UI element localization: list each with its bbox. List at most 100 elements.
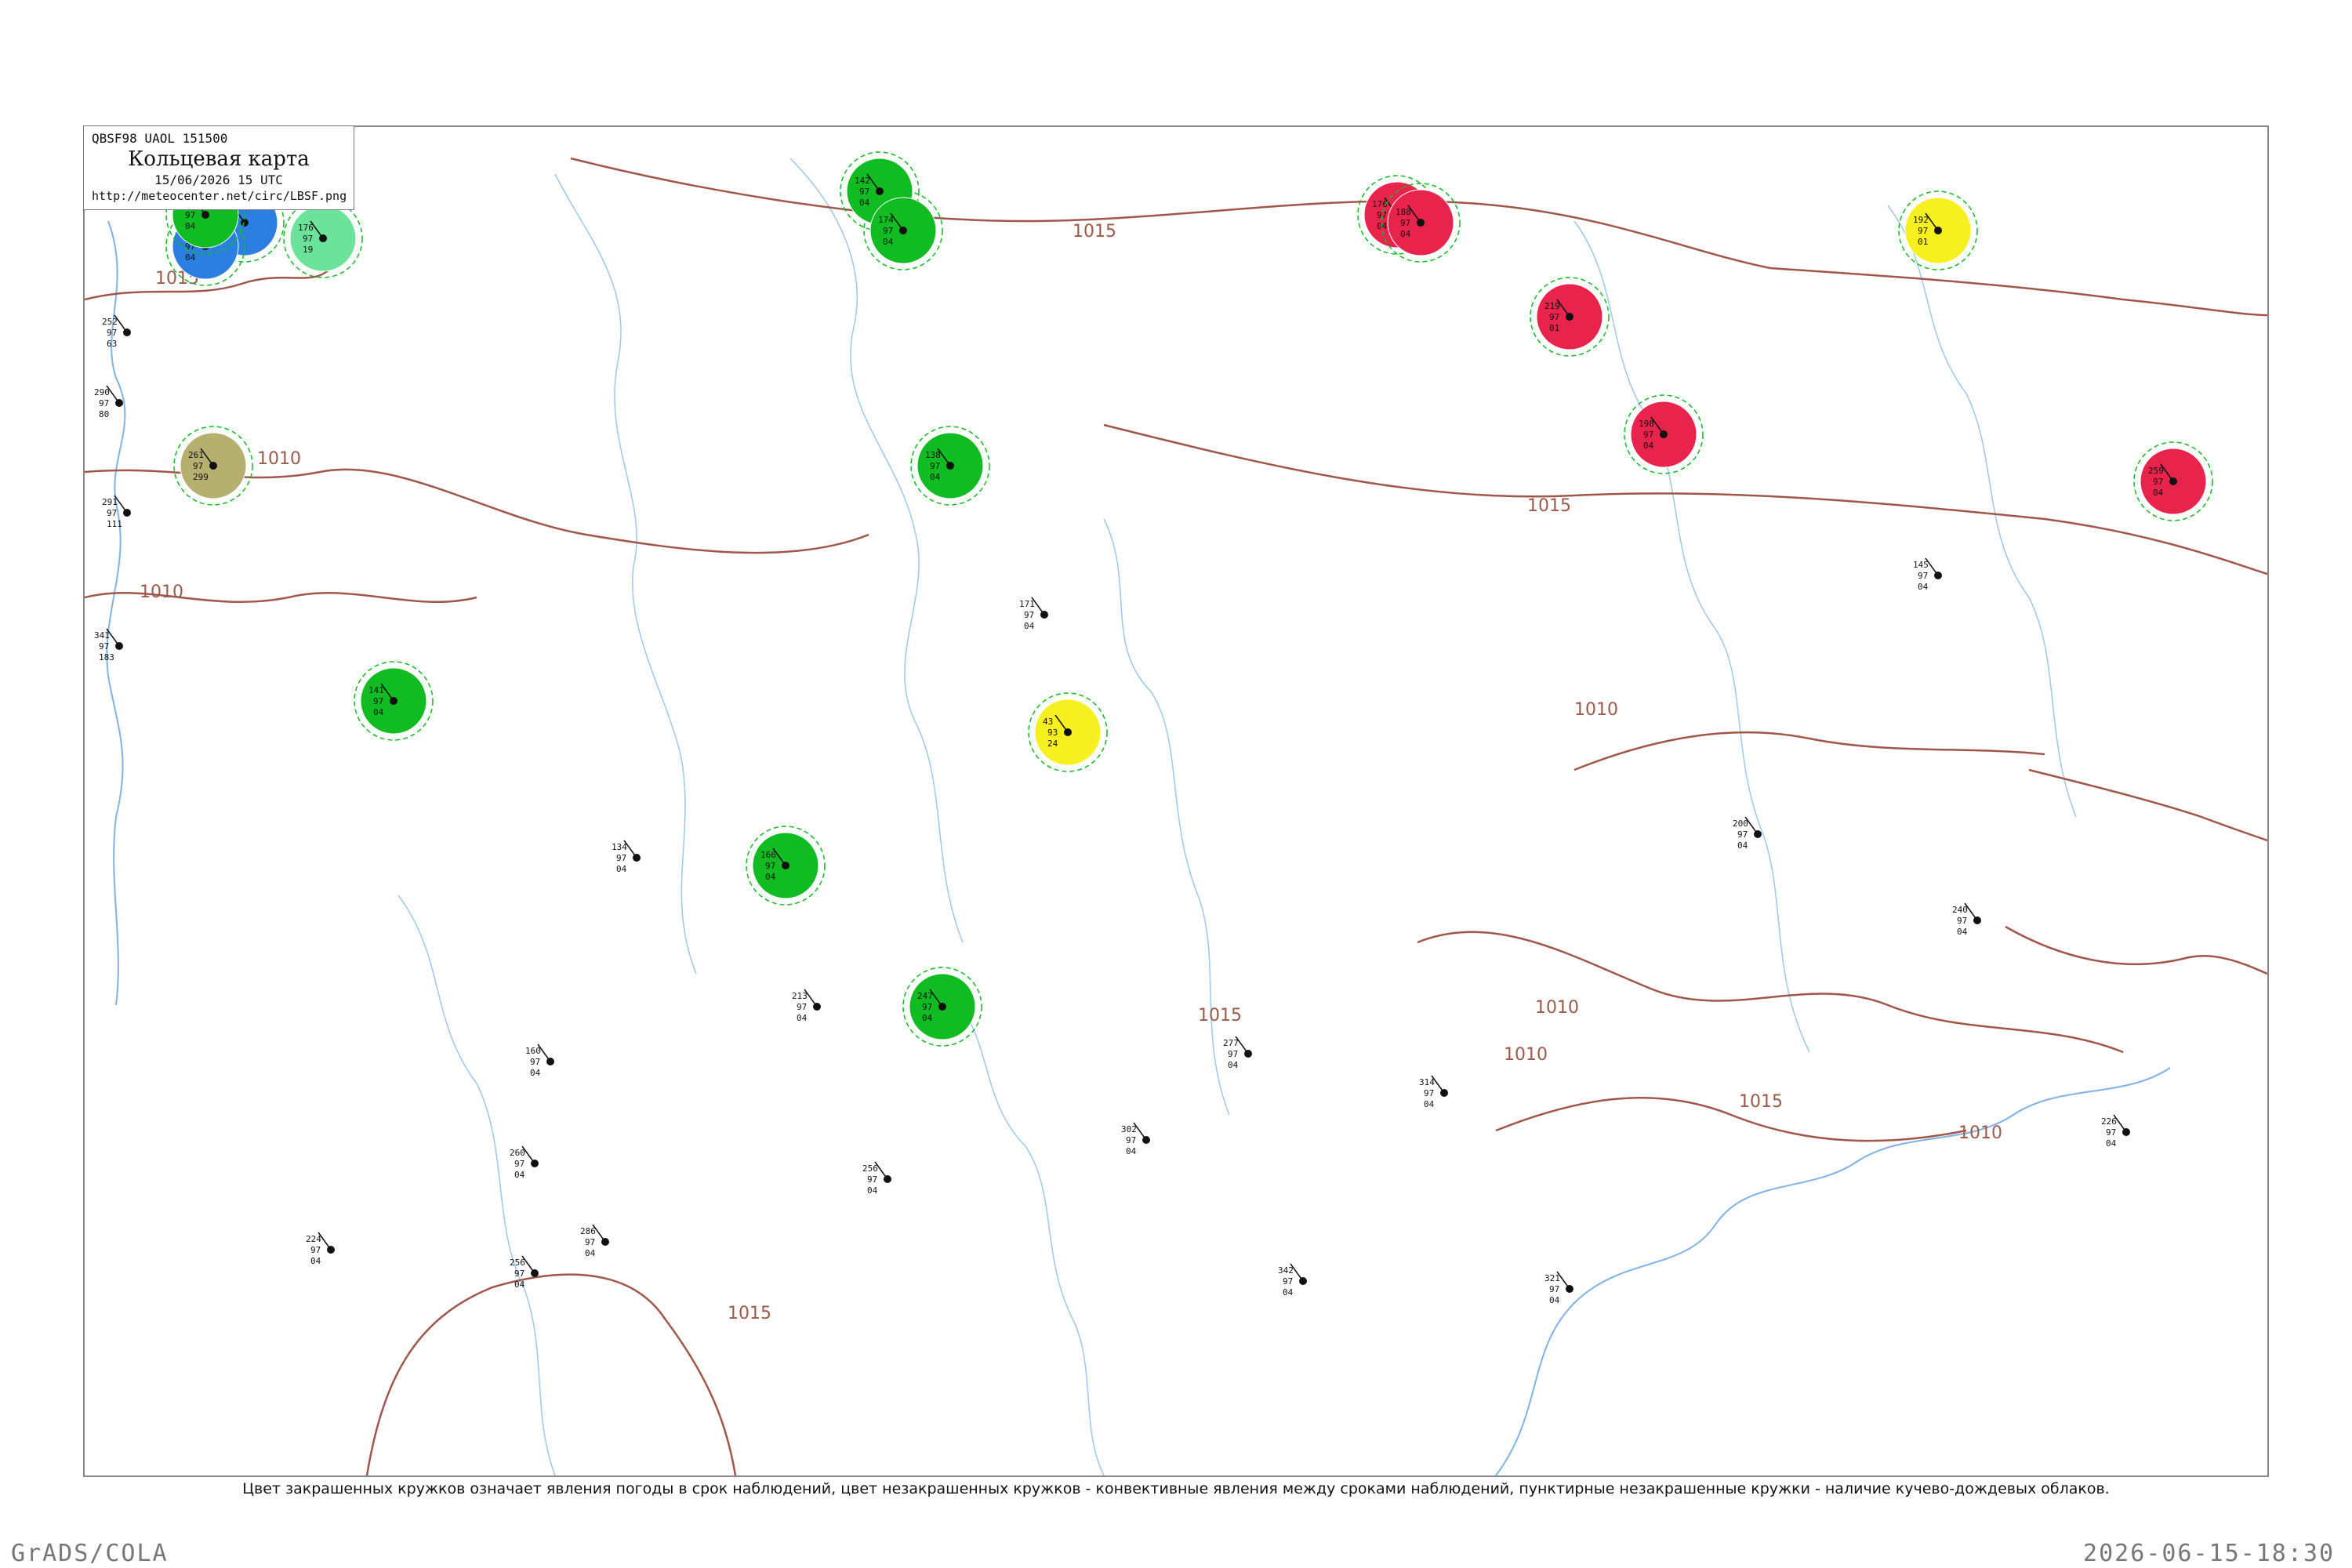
station-dewpoint: 63	[107, 339, 117, 349]
station-temperature: 97	[107, 328, 117, 338]
station-pressure: 260	[510, 1148, 525, 1158]
station-temperature: 97	[99, 641, 109, 652]
station-model[interactable]: 3029704	[1121, 1122, 1150, 1156]
station-model[interactable]: 1389704	[910, 426, 990, 506]
station-dewpoint: 04	[616, 864, 627, 874]
station-dewpoint: 04	[1957, 927, 1968, 937]
station-pressure: 200	[1733, 818, 1748, 829]
station-dewpoint: 04	[514, 1279, 525, 1290]
map-title: Кольцевая карта	[128, 147, 310, 171]
station-temperature: 97	[2153, 477, 2163, 487]
station-pressure: 302	[1121, 1124, 1137, 1134]
map-url[interactable]: http://meteocenter.net/circ/LBSF.png	[92, 189, 347, 203]
station-model[interactable]: 2569704	[862, 1161, 891, 1196]
station-pressure: 160	[525, 1046, 541, 1056]
station-model[interactable]: 1459704	[1913, 557, 1942, 592]
station-pressure: 259	[2148, 466, 2164, 476]
station-pressure: 43	[1043, 717, 1053, 727]
station-model[interactable]: 439324	[1028, 692, 1108, 772]
station-model[interactable]: 1609704	[525, 1044, 554, 1078]
station-model[interactable]: 2479704	[902, 967, 982, 1047]
station-dewpoint: 04	[1549, 1295, 1560, 1305]
station-pressure: 256	[510, 1258, 525, 1268]
map-datetime: 15/06/2026 15 UTC	[154, 172, 283, 187]
station-model[interactable]: 2609704	[510, 1145, 539, 1180]
isobar-line	[1417, 931, 2124, 1054]
coastline	[1495, 1067, 2171, 1475]
station-pressure: 166	[760, 850, 776, 860]
station-model[interactable]: 3429704	[1278, 1263, 1307, 1298]
river	[789, 158, 964, 943]
station-pressure: 176	[298, 223, 314, 233]
station-temperature: 97	[1643, 430, 1653, 440]
station-temperature: 97	[310, 1245, 321, 1255]
station-pressure: 141	[368, 685, 384, 695]
station-pressure: 321	[1544, 1273, 1560, 1283]
station-pressure: 291	[102, 497, 118, 507]
station-pressure: 188	[1396, 207, 1411, 217]
station-model[interactable]: 26197299	[173, 426, 253, 506]
station-model[interactable]: 2869704	[580, 1224, 609, 1258]
station-temperature: 97	[193, 461, 203, 471]
station-model[interactable]: 1929701	[1898, 191, 1978, 270]
station-temperature: 97	[867, 1174, 877, 1185]
station-dewpoint: 04	[1126, 1146, 1137, 1156]
isobars	[85, 157, 2267, 1475]
station-dewpoint: 183	[99, 652, 114, 662]
station-dewpoint: 04	[922, 1013, 933, 1023]
station-model[interactable]: 2599704	[2133, 441, 2213, 521]
river	[397, 895, 556, 1475]
station-model[interactable]: 2269704	[2101, 1114, 2130, 1149]
station-model[interactable]: 2409704	[1952, 902, 1981, 937]
station-model[interactable]: 2529763	[102, 314, 131, 349]
station-temperature: 97	[1228, 1049, 1238, 1059]
station-model[interactable]: 34197183	[94, 628, 123, 662]
station-temperature: 97	[1549, 1284, 1559, 1294]
station-pressure: 145	[1913, 560, 1929, 570]
station-dewpoint: 04	[765, 872, 776, 882]
station-pressure: 174	[878, 215, 894, 225]
station-model[interactable]: 2779704	[1223, 1036, 1252, 1070]
station-model[interactable]: 1669704	[746, 826, 826, 906]
software-brand: GrADS/COLA	[11, 1540, 169, 1567]
isobar-line	[1769, 267, 2267, 317]
station-dewpoint: 04	[185, 252, 196, 263]
station-dewpoint: 24	[1047, 739, 1058, 749]
station-model[interactable]: 2569704	[510, 1255, 539, 1290]
station-dewpoint: 04	[1228, 1060, 1239, 1070]
river	[1103, 518, 1230, 1116]
isobar-label: 1010	[140, 583, 183, 602]
station-model[interactable]: 29197111	[102, 495, 131, 529]
station-dewpoint: 01	[1918, 237, 1928, 247]
station-dewpoint: 04	[1424, 1099, 1435, 1109]
station-model[interactable]: 1349704	[612, 840, 641, 874]
station-dewpoint: 04	[1024, 621, 1035, 631]
station-model[interactable]: 2139704	[792, 989, 821, 1023]
isobar-line	[365, 1273, 737, 1475]
station-model[interactable]: 3219704	[1544, 1271, 1573, 1305]
station-temperature: 97	[797, 1002, 807, 1012]
river	[1887, 205, 2077, 818]
station-temperature: 93	[1047, 728, 1058, 738]
station-model[interactable]: 1419704	[354, 661, 434, 741]
station-model[interactable]: 2199701	[1530, 277, 1610, 357]
station-model[interactable]: 2249704	[306, 1232, 335, 1266]
isobar-label: 1015	[728, 1304, 771, 1323]
station-model[interactable]: 1989704	[1624, 394, 1704, 474]
station-temperature: 97	[1737, 829, 1748, 840]
isobar-label: 1015	[1527, 496, 1571, 516]
station-temperature: 97	[1283, 1276, 1293, 1287]
station-temperature: 97	[303, 234, 313, 244]
station-model[interactable]: 1769719	[283, 198, 363, 278]
station-pressure: 219	[1544, 301, 1560, 311]
station-temperature: 97	[514, 1269, 524, 1279]
station-model[interactable]: 2009704	[1733, 816, 1762, 851]
station-pressure: 226	[2101, 1116, 2117, 1127]
station-model[interactable]: 2909780	[94, 385, 123, 419]
station-dewpoint: 04	[530, 1068, 541, 1078]
station-model[interactable]: 1719704	[1019, 597, 1048, 631]
station-dewpoint: 04	[1737, 840, 1748, 851]
station-temperature: 97	[107, 508, 117, 518]
station-model[interactable]: 3149704	[1419, 1075, 1448, 1109]
station-dewpoint: 01	[1549, 323, 1559, 333]
